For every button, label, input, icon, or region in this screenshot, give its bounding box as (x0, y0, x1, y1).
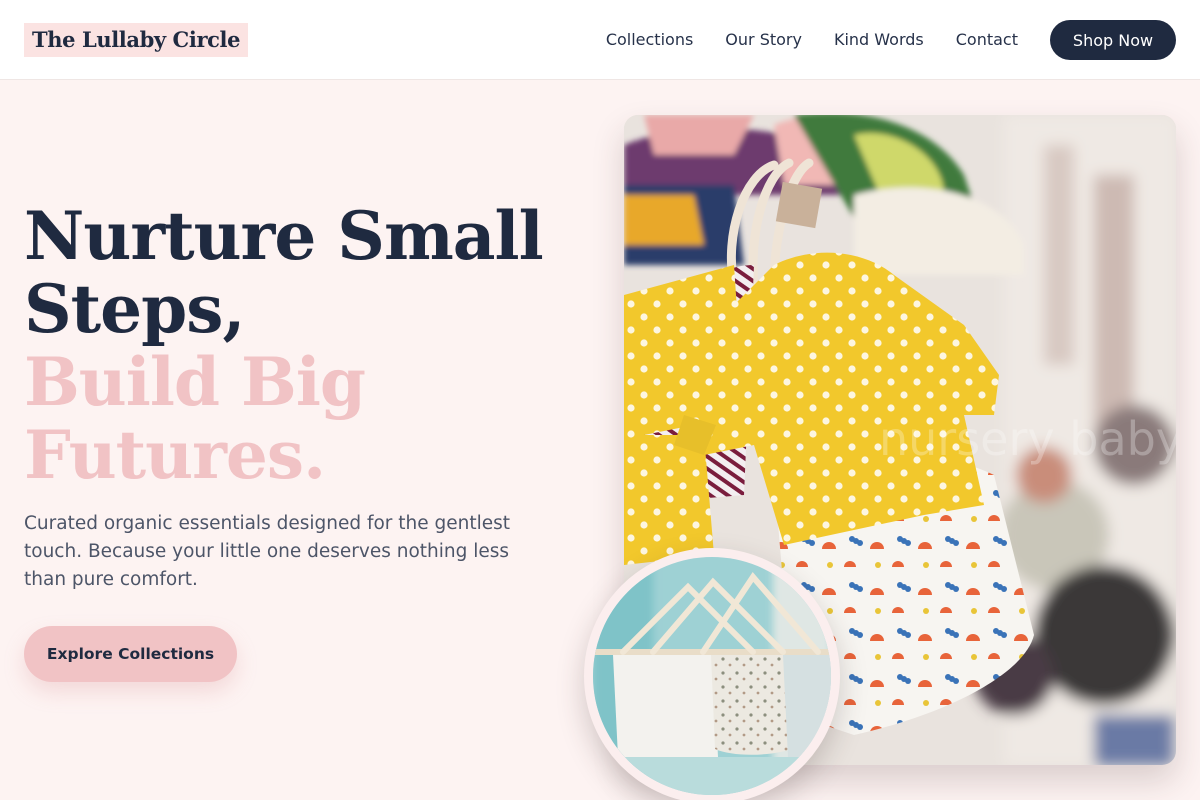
inset-photo (593, 557, 831, 795)
headline-line-2: Steps, (24, 270, 245, 348)
nav-link-collections[interactable]: Collections (606, 20, 693, 60)
nav-link-our-story[interactable]: Our Story (725, 20, 802, 60)
photo-watermark: nursery baby (879, 412, 1176, 466)
headline-accent-line-1: Build Big (24, 343, 366, 421)
site-header: The Lullaby Circle Collections Our Story… (0, 0, 1200, 80)
nav-link-kind-words[interactable]: Kind Words (834, 20, 924, 60)
inset-photo-frame (584, 548, 840, 800)
baby-garments-photo-illustration (593, 557, 831, 795)
shop-now-button[interactable]: Shop Now (1050, 20, 1176, 60)
nav-link-contact[interactable]: Contact (956, 20, 1018, 60)
hero-headline: Nurture Small Steps, Build Big Futures. (24, 200, 584, 492)
hero-subtitle: Curated organic essentials designed for … (24, 513, 511, 590)
headline-accent-line-2: Futures. (24, 416, 326, 494)
explore-collections-button[interactable]: Explore Collections (24, 626, 237, 682)
brand-logo[interactable]: The Lullaby Circle (24, 23, 249, 57)
main-nav: Collections Our Story Kind Words Contact… (606, 20, 1176, 60)
headline-line-1: Nurture Small (24, 197, 544, 275)
